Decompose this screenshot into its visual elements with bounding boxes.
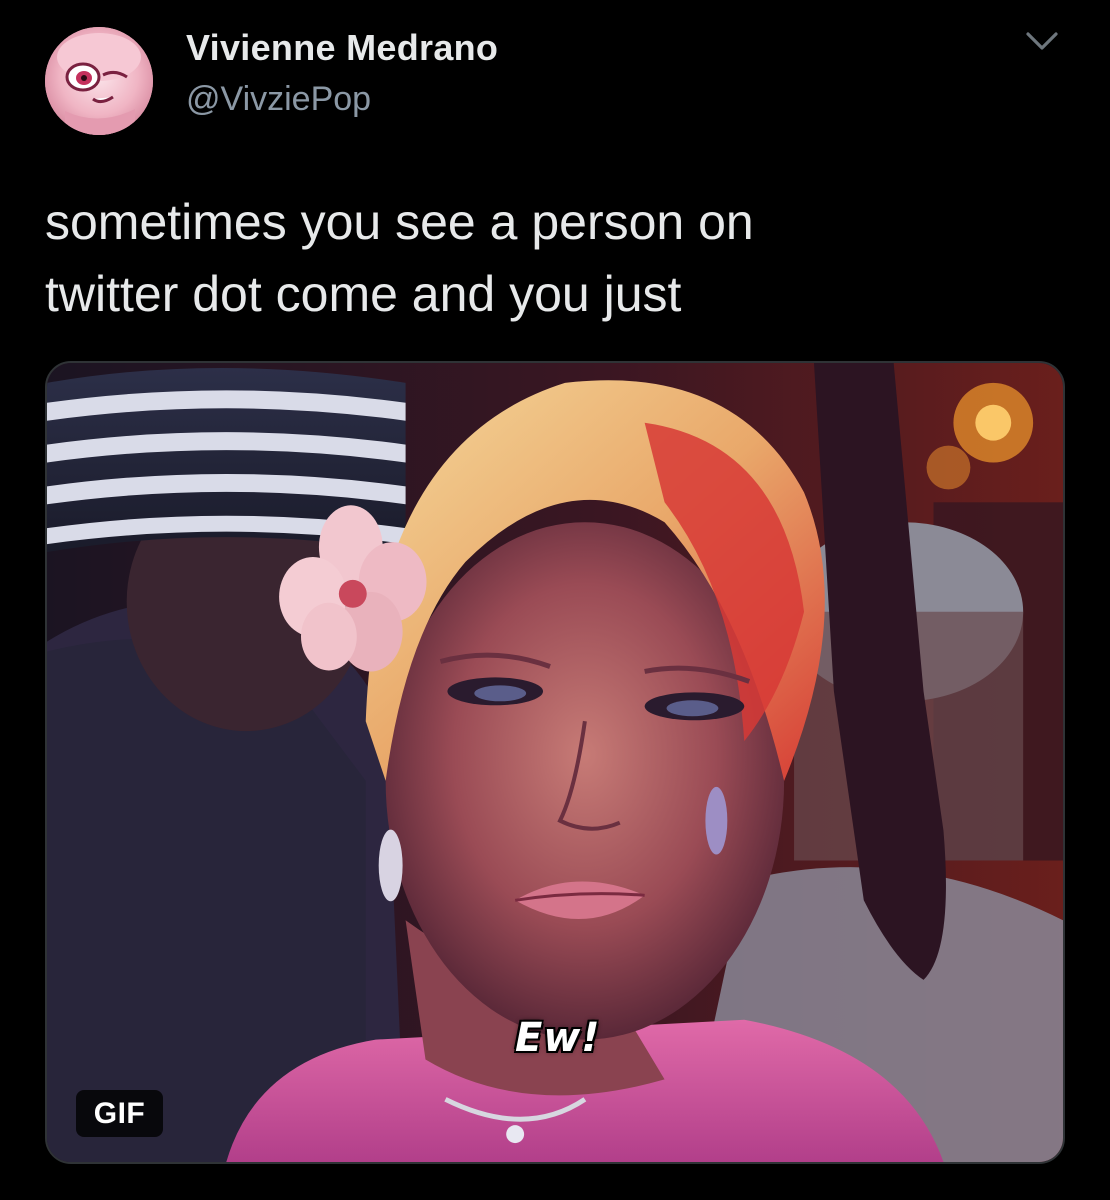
chevron-down-icon[interactable] bbox=[1022, 26, 1062, 56]
avatar-image bbox=[45, 27, 153, 135]
tweet-text-line: twitter dot come and you just bbox=[45, 266, 682, 322]
author-display-name[interactable]: Vivienne Medrano bbox=[186, 27, 498, 69]
gif-media[interactable]: Ew! GIF bbox=[45, 361, 1065, 1164]
gif-subtitle: Ew! bbox=[515, 1015, 601, 1061]
tweet-text: sometimes you see a person on twitter do… bbox=[45, 186, 1065, 330]
author-handle[interactable]: @VivziePop bbox=[186, 80, 371, 119]
gif-badge: GIF bbox=[76, 1090, 163, 1137]
tweet: Vivienne Medrano @VivziePop sometimes yo… bbox=[0, 0, 1110, 1200]
tweet-text-line: sometimes you see a person on bbox=[45, 194, 754, 250]
avatar[interactable] bbox=[45, 27, 153, 135]
